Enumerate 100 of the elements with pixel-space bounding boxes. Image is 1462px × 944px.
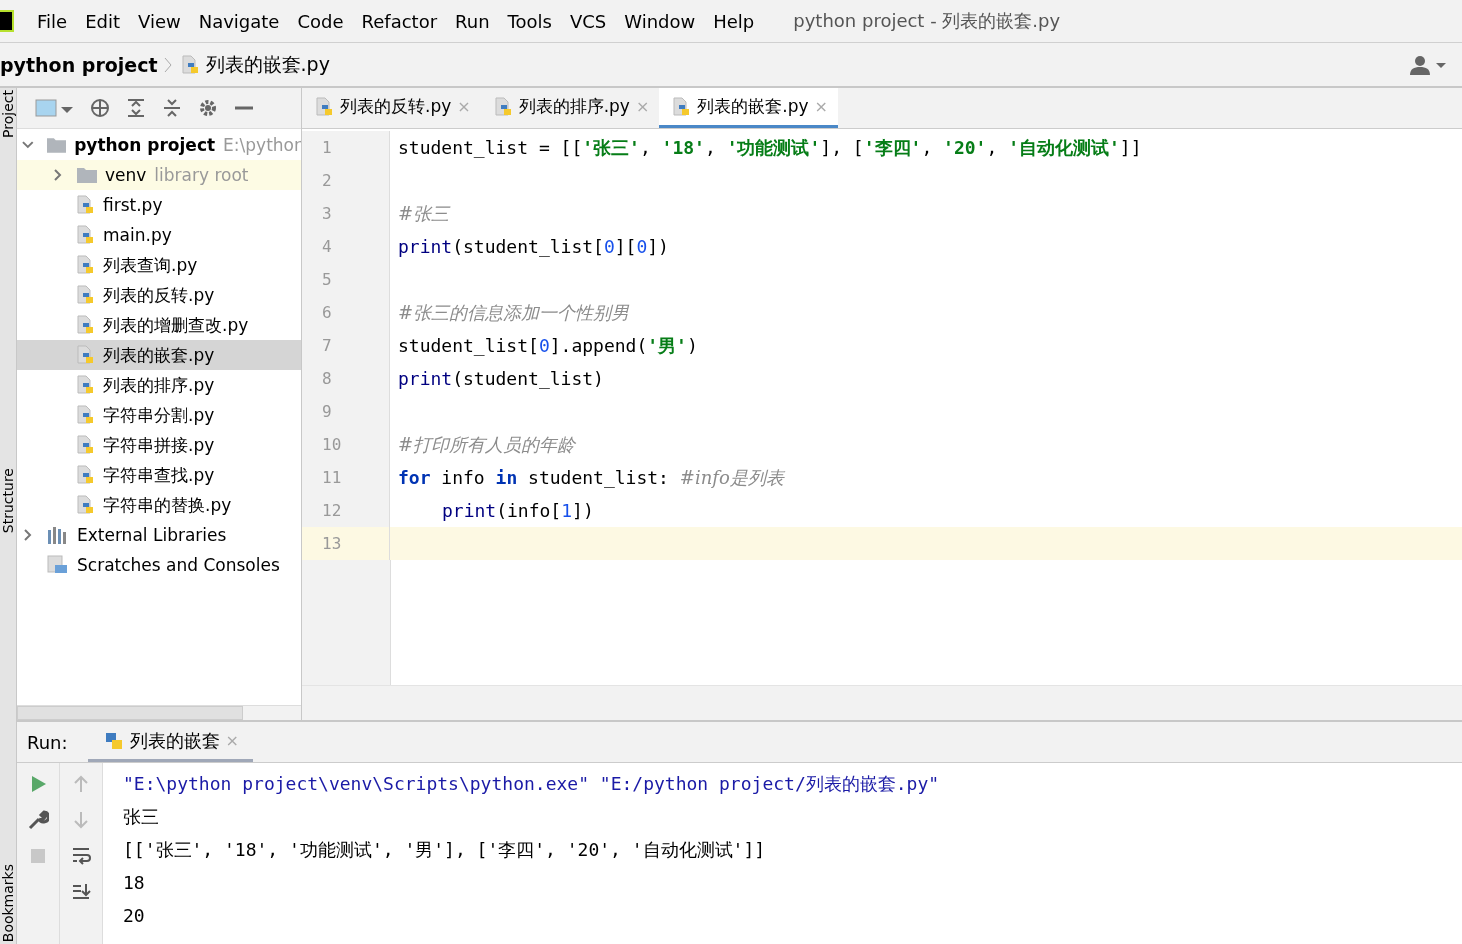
line-number: 5: [302, 263, 390, 296]
tree-item[interactable]: first.py: [17, 190, 301, 220]
folder-icon: [46, 137, 67, 153]
menu-item[interactable]: Refactor: [352, 10, 447, 32]
tree-item-label: 列表查询.py: [103, 253, 198, 277]
code-line: #打印所有人员的年龄: [397, 433, 577, 457]
python-file-icon: [77, 255, 95, 275]
code-line: #张三的信息添加一个性别男: [397, 301, 631, 325]
menu-item[interactable]: Run: [446, 10, 499, 32]
tree-item[interactable]: 列表查询.py: [17, 250, 301, 280]
editor-tab[interactable]: 列表的反转.py ×: [302, 88, 481, 128]
user-icon[interactable]: [1408, 53, 1448, 76]
menu-item[interactable]: Window: [615, 10, 705, 32]
path-hint: library root: [154, 165, 249, 185]
python-file-icon: [316, 96, 334, 117]
tree-item[interactable]: venv library root: [17, 160, 301, 190]
soft-wrap-icon[interactable]: [70, 845, 92, 867]
python-file-icon: [77, 225, 95, 245]
line-number: 10: [302, 428, 390, 461]
python-file-icon: [77, 315, 95, 335]
tree-item-label: main.py: [103, 225, 172, 245]
target-icon[interactable]: [89, 97, 111, 119]
tree-item[interactable]: python project E:\pythor: [17, 130, 301, 160]
window-icon[interactable]: [35, 97, 75, 119]
code-line: print(student_list[0][0]): [397, 235, 670, 259]
console-line: "E:\python project\venv\Scripts\python.exe" "E:/python project/列表的嵌套.py": [123, 772, 940, 796]
python-file-icon: [181, 54, 200, 75]
code-line: print(info[1]): [441, 499, 595, 523]
line-number: 9: [302, 395, 390, 428]
chevron-right-icon: [163, 56, 172, 73]
code-line: #张三: [397, 202, 452, 226]
menu-item[interactable]: VCS: [560, 10, 616, 32]
scrollbar-thumb[interactable]: [17, 706, 243, 720]
line-number: 1: [302, 131, 390, 164]
menu-item[interactable]: File: [28, 10, 77, 32]
line-number: 6: [302, 296, 390, 329]
menu-item[interactable]: Tools: [498, 10, 561, 32]
tree-item-label: python project: [74, 135, 216, 155]
settings-icon[interactable]: [197, 97, 219, 119]
line-number: 2: [302, 164, 390, 197]
tree-item[interactable]: Scratches and Consoles: [17, 550, 301, 580]
python-file-icon: [77, 375, 95, 395]
scratch-icon: [47, 555, 69, 575]
side-tab[interactable]: Project: [0, 90, 16, 138]
run-label: Run:: [27, 731, 68, 753]
line-number: 12: [302, 494, 390, 527]
expand-all-icon[interactable]: [125, 97, 147, 119]
console-line: 张三: [123, 805, 159, 829]
python-file-icon: [77, 495, 95, 515]
menu-item[interactable]: Help: [704, 10, 764, 32]
tree-item[interactable]: 列表的增删查改.py: [17, 310, 301, 340]
collapse-all-icon[interactable]: [161, 97, 183, 119]
tree-item[interactable]: 列表的嵌套.py: [17, 340, 301, 370]
breadcrumb-item[interactable]: python project: [0, 53, 158, 76]
tree-item[interactable]: 字符串查找.py: [17, 460, 301, 490]
library-icon: [47, 526, 69, 544]
code-line: student_list = [['张三', '18', '功能测试'], ['李四', '20', '自动化测试']]: [397, 136, 1143, 160]
tree-item-label: 列表的增删查改.py: [103, 313, 249, 337]
tree-item[interactable]: main.py: [17, 220, 301, 250]
tree-item-label: 字符串查找.py: [103, 463, 215, 487]
tree-item[interactable]: 列表的排序.py: [17, 370, 301, 400]
editor-tab[interactable]: 列表的排序.py ×: [480, 88, 660, 128]
line-number: 11: [302, 461, 390, 494]
tree-item-label: 列表的排序.py: [103, 373, 215, 397]
tree-item[interactable]: 字符串的替换.py: [17, 490, 301, 520]
breadcrumb-item[interactable]: 列表的嵌套.py: [205, 51, 330, 78]
line-number: 3: [302, 197, 390, 230]
tree-item-label: 字符串拼接.py: [103, 433, 215, 457]
tree-item-label: Scratches and Consoles: [77, 555, 280, 575]
line-number: 13: [302, 527, 390, 560]
side-tab[interactable]: Structure: [0, 468, 16, 534]
menu-item[interactable]: Code: [288, 10, 353, 32]
tree-item-label: first.py: [103, 195, 163, 215]
line-number: 4: [302, 230, 390, 263]
menu-item[interactable]: Navigate: [189, 10, 289, 32]
python-file-icon: [673, 96, 692, 117]
line-number: 8: [302, 362, 390, 395]
editor-tab[interactable]: 列表的嵌套.py ×: [659, 88, 838, 128]
wrench-icon[interactable]: [27, 809, 49, 831]
python-icon: [103, 730, 124, 751]
python-file-icon: [77, 405, 95, 425]
tree-item-label: 字符串的替换.py: [103, 493, 232, 517]
console-line: 18: [123, 871, 145, 895]
folder-icon: [77, 167, 97, 183]
console-line: [['张三', '18', '功能测试', '男'], ['李四', '20', '自动化测试']]: [123, 838, 766, 862]
tree-item-label: venv: [105, 165, 147, 185]
tree-item[interactable]: 字符串拼接.py: [17, 430, 301, 460]
tree-item-label: External Libraries: [77, 525, 227, 545]
app-logo: [0, 10, 14, 32]
menu-item[interactable]: View: [129, 10, 190, 32]
side-tab[interactable]: Bookmarks: [0, 863, 16, 942]
path-hint: E:\pythor: [223, 135, 301, 155]
tree-item-label: 字符串分割.py: [103, 403, 215, 427]
tree-item[interactable]: 列表的反转.py: [17, 280, 301, 310]
python-file-icon: [77, 435, 95, 455]
tree-item[interactable]: External Libraries: [17, 520, 301, 550]
menu-item[interactable]: Edit: [76, 10, 129, 32]
python-file-icon: [494, 96, 513, 117]
python-file-icon: [77, 345, 95, 365]
tree-item[interactable]: 字符串分割.py: [17, 400, 301, 430]
